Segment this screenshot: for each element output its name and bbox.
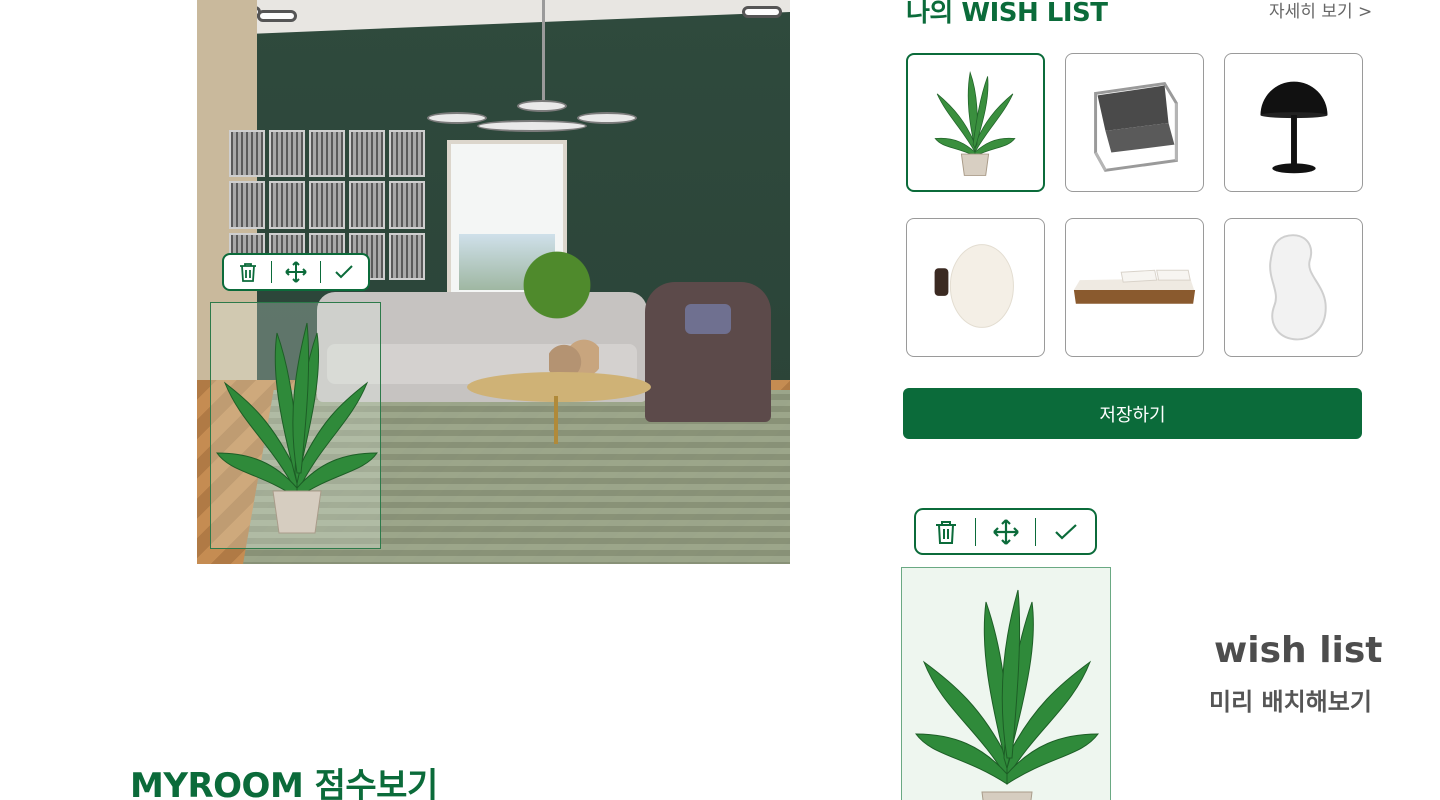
ceiling <box>197 0 790 36</box>
item-toolbar <box>222 253 370 291</box>
save-button[interactable]: 저장하기 <box>903 388 1362 439</box>
wishlist-grid <box>906 53 1363 357</box>
trash-icon <box>935 520 956 544</box>
preview-toolbar <box>914 508 1097 555</box>
pendant-lamp <box>427 100 637 140</box>
bed-frame-icon <box>1073 269 1196 304</box>
promo-subtitle: 미리 배치해보기 <box>1209 688 1372 716</box>
view-more-link[interactable]: 자세히 보기 > <box>1269 0 1372 22</box>
wishlist-item-lamp[interactable] <box>1224 53 1363 192</box>
potted-plant-icon <box>934 70 1016 176</box>
check-icon <box>335 265 354 279</box>
confirm-button[interactable] <box>321 255 368 289</box>
delete-button[interactable] <box>224 255 271 289</box>
room-plant <box>517 240 597 330</box>
wall-lamp-icon <box>934 244 1014 328</box>
wishlist-item-chair[interactable] <box>1065 53 1204 192</box>
wishlist-item-mirror[interactable] <box>1224 218 1363 357</box>
ceiling-light <box>742 6 782 18</box>
armchair <box>645 282 771 422</box>
lounge-chair-icon <box>1094 81 1178 172</box>
move-button[interactable] <box>976 510 1035 553</box>
promo-title: wish list <box>1214 630 1383 671</box>
myroom-score-title: MYROOM 점수보기 <box>130 766 438 800</box>
potted-plant-icon <box>216 322 378 534</box>
wishlist-item-bed[interactable] <box>1065 218 1204 357</box>
confirm-button[interactable] <box>1036 510 1095 553</box>
wishlist-title: 나의 WISH LIST <box>906 0 1108 28</box>
potted-plant-icon <box>915 589 1099 800</box>
check-icon <box>1054 523 1077 540</box>
move-button[interactable] <box>272 255 319 289</box>
wishlist-item-plant[interactable] <box>906 53 1045 192</box>
coffee-table-leg <box>554 396 558 444</box>
table-lamp-icon <box>1260 81 1328 174</box>
wall-mirror-icon <box>1269 234 1327 341</box>
placed-plant-selection[interactable] <box>210 302 381 549</box>
delete-button[interactable] <box>916 510 975 553</box>
move-icon <box>285 261 307 283</box>
coffee-table <box>467 372 651 402</box>
pendant-rod <box>542 0 545 100</box>
trash-icon <box>239 263 256 282</box>
preview-plant-box[interactable] <box>901 567 1111 800</box>
ceiling-light <box>257 10 297 22</box>
wishlist-item-wall-lamp[interactable] <box>906 218 1045 357</box>
move-icon <box>992 518 1019 545</box>
